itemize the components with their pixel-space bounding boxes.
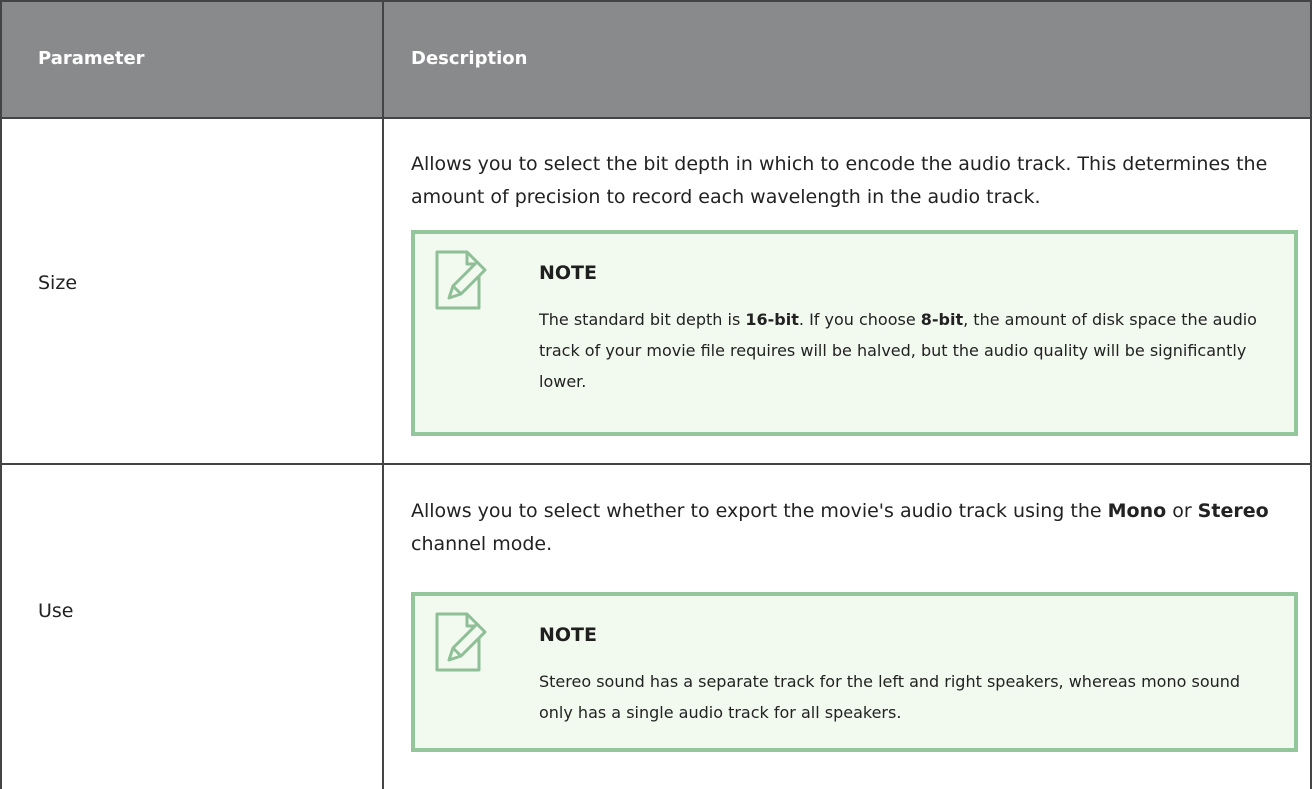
row-use-parameter: Use [38, 600, 74, 622]
note-body: The standard bit depth is 16-bit. If you… [539, 310, 1257, 391]
row-separator [0, 463, 1312, 465]
note-title: NOTE [539, 262, 597, 284]
header-parameter: Parameter [38, 48, 145, 69]
table-border-top [0, 0, 1312, 2]
table-header: Parameter Description [0, 0, 1312, 117]
parameter-table: Parameter Description Size Allows you to… [0, 0, 1312, 789]
note-pencil-icon [435, 612, 487, 672]
row-use-description: Allows you to select whether to export t… [411, 500, 1269, 555]
header-description: Description [411, 48, 528, 69]
row-use-note: NOTE Stereo sound has a separate track f… [411, 592, 1298, 752]
row-size-description: Allows you to select the bit depth in wh… [411, 153, 1268, 208]
note-pencil-icon [435, 250, 487, 310]
row-size-note: NOTE The standard bit depth is 16-bit. I… [411, 230, 1298, 436]
note-body: Stereo sound has a separate track for th… [539, 672, 1241, 722]
row-size-parameter: Size [38, 272, 78, 294]
note-title: NOTE [539, 624, 597, 646]
row-separator [0, 117, 1312, 119]
